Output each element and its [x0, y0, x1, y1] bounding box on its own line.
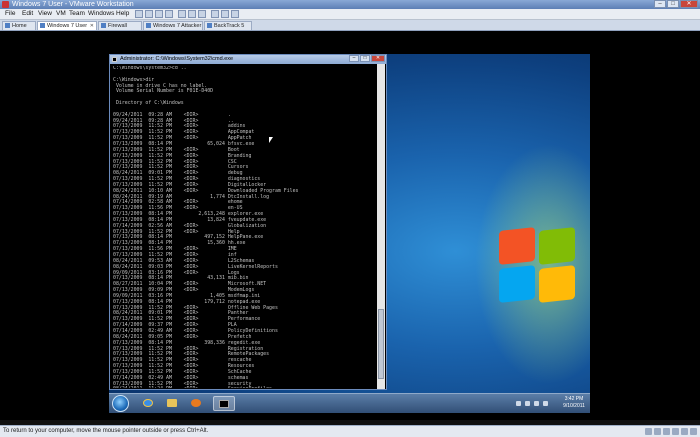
windows-logo [499, 227, 579, 309]
console-line: 08/24/2011 11:24 PM <DIR> ServiceProfile… [113, 387, 375, 388]
revert-snapshot-icon[interactable] [188, 10, 196, 18]
full-screen-icon[interactable] [211, 10, 219, 18]
vm-icon [207, 23, 212, 28]
suspend-icon[interactable] [145, 10, 153, 18]
status-bar: To return to your computer, move the mou… [0, 425, 700, 437]
vm-icon [146, 23, 151, 28]
network-adapter-icon[interactable] [663, 428, 670, 435]
window-title: Windows 7 User - VMware Workstation [12, 1, 134, 8]
menu-view[interactable]: View [38, 9, 52, 19]
vmware-title-bar: Windows 7 User - VMware Workstation – □ … [0, 0, 700, 9]
cmd-minimize-button[interactable]: – [349, 55, 359, 62]
action-center-icon[interactable] [516, 401, 521, 406]
menu-windows[interactable]: Windows [88, 9, 114, 19]
close-tab-icon[interactable]: ✕ [90, 22, 94, 30]
network-icon[interactable] [525, 401, 530, 406]
menu-help[interactable]: Help [116, 9, 129, 19]
minimize-button[interactable]: – [654, 0, 666, 8]
window-controls: – □ ✕ [654, 0, 698, 9]
cmd-icon [112, 57, 117, 62]
clock[interactable]: 3:42 PM 9/10/2011 [562, 396, 586, 409]
power-on-icon[interactable] [155, 10, 163, 18]
tab-label: Windows 7 User [47, 23, 88, 29]
tab-firewall[interactable]: Firewall [98, 21, 142, 30]
snapshot-icon[interactable] [178, 10, 186, 18]
flag-icon[interactable] [543, 401, 548, 406]
tab-label: Home [12, 23, 27, 29]
maximize-button[interactable]: □ [667, 0, 679, 8]
message-icon[interactable] [690, 428, 697, 435]
media-player-icon[interactable] [187, 396, 205, 411]
menu-edit[interactable]: Edit [22, 9, 33, 19]
cmd-title-bar[interactable]: Administrator: C:\Windows\System32\cmd.e… [110, 55, 386, 64]
cd-dvd-icon[interactable] [654, 428, 661, 435]
folder-icon[interactable] [163, 396, 181, 411]
tab-label: Firewall [108, 23, 127, 29]
device-icons [645, 428, 697, 435]
vmware-app-icon [2, 1, 9, 8]
menu-file[interactable]: File [5, 9, 15, 19]
cmd-close-button[interactable]: ✕ [371, 55, 385, 62]
cmd-scrollbar[interactable] [377, 64, 385, 389]
vm-icon [101, 23, 106, 28]
tab-label: BackTrack 5 [214, 23, 245, 29]
menu-bar: File Edit View VM Team Windows Help [0, 9, 700, 20]
sound-icon[interactable] [681, 428, 688, 435]
tab-home[interactable]: Home [2, 21, 36, 30]
cmd-maximize-button[interactable]: □ [360, 55, 370, 62]
menu-vm[interactable]: VM [56, 9, 66, 19]
power-off-icon[interactable] [135, 10, 143, 18]
tab-label: Windows 7 Attacker [153, 23, 202, 29]
cmd-title: Administrator: C:\Windows\System32\cmd.e… [120, 56, 234, 62]
menu-team[interactable]: Team [69, 9, 85, 19]
tab-windows-7-user[interactable]: Windows 7 User ✕ [37, 21, 97, 30]
home-icon [5, 23, 10, 28]
cmd-window-controls: – □ ✕ [349, 55, 385, 62]
vm-icon [40, 23, 45, 28]
status-text: To return to your computer, move the mou… [3, 428, 209, 434]
internet-explorer-icon[interactable] [139, 396, 157, 411]
guest-taskbar: 3:42 PM 9/10/2011 [109, 393, 590, 413]
cmd-icon[interactable] [213, 396, 235, 411]
quick-switch-icon[interactable] [221, 10, 229, 18]
windows-orb-icon[interactable] [112, 395, 129, 412]
console-output[interactable]: C:\Windows\system32>cd .. C:\Windows>dir… [113, 66, 375, 388]
close-button[interactable]: ✕ [680, 0, 698, 8]
mouse-pointer-icon [269, 137, 273, 143]
reset-icon[interactable] [165, 10, 173, 18]
tab-backtrack-5[interactable]: BackTrack 5 [204, 21, 252, 30]
snapshot-manager-icon[interactable] [198, 10, 206, 18]
hard-disk-icon[interactable] [645, 428, 652, 435]
clock-date: 9/10/2011 [563, 402, 585, 409]
cmd-window[interactable]: Administrator: C:\Windows\System32\cmd.e… [109, 54, 387, 390]
clock-time: 3:42 PM [564, 396, 584, 402]
tab-windows-7-attacker[interactable]: Windows 7 Attacker [143, 21, 203, 30]
system-tray: 3:42 PM 9/10/2011 [506, 394, 586, 413]
usb-icon[interactable] [672, 428, 679, 435]
scrollbar-thumb[interactable] [378, 309, 384, 379]
volume-icon[interactable] [534, 401, 539, 406]
vm-tab-bar: Home Windows 7 User ✕ Firewall Windows 7 … [0, 20, 700, 31]
unity-icon[interactable] [231, 10, 239, 18]
